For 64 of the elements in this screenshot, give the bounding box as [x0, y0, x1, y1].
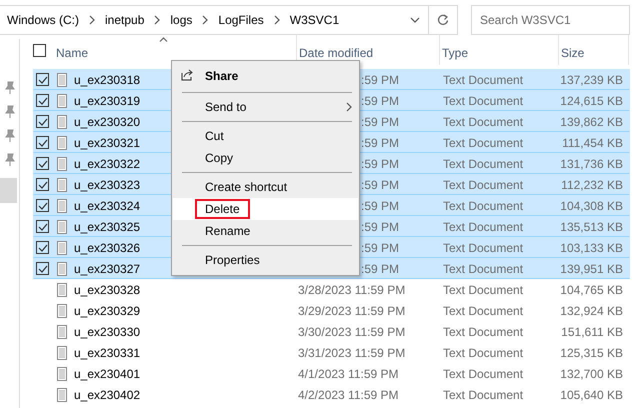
size-cell-text: 124,615 KB: [560, 94, 624, 108]
date-cell: 3/29/2023 11:59 PM: [298, 304, 406, 318]
file-name: u_ex230325: [74, 220, 140, 234]
file-name: u_ex230321: [74, 136, 140, 150]
date-cell: :59 PM: [361, 262, 400, 276]
type-cell: Text Document: [443, 240, 524, 254]
file-name: u_ex230326: [74, 240, 140, 254]
size-cell-text: 139,951 KB: [560, 262, 624, 276]
type-cell: Text Document: [443, 178, 524, 192]
type-cell: Text Document: [443, 282, 524, 296]
type-cell: Text Document: [443, 366, 524, 380]
date-cell: :59 PM: [361, 136, 400, 150]
date-cell: :59 PM: [361, 156, 400, 170]
size-cell-text: 135,513 KB: [560, 220, 624, 234]
file-name: u_ex230402: [74, 388, 140, 402]
type-cell: Text Document: [443, 388, 524, 402]
date-cell: 4/1/2023 11:59 PM: [298, 366, 399, 380]
type-cell: Text Document: [443, 346, 524, 360]
date-cell: 3/31/2023 11:59 PM: [298, 346, 406, 360]
file-name: u_ex230329: [74, 304, 140, 318]
size-cell-text: 151,611 KB: [561, 324, 624, 338]
file-name: u_ex230327: [74, 262, 140, 276]
size-cell-text: 104,765 KB: [560, 282, 624, 296]
date-cell: :59 PM: [361, 114, 400, 128]
type-cell: Text Document: [443, 304, 524, 318]
date-cell: :59 PM: [361, 178, 400, 192]
date-cell: :59 PM: [361, 240, 400, 254]
type-cell: Text Document: [443, 156, 524, 170]
file-name: u_ex230322: [74, 156, 140, 170]
size-cell-text: 112,232 KB: [561, 178, 624, 192]
size-cell-text: 111,454 KB: [562, 136, 624, 150]
type-cell: Text Document: [443, 114, 524, 128]
size-cell-text: 139,862 KB: [560, 114, 624, 128]
type-cell: Text Document: [443, 198, 524, 212]
file-name: u_ex230401: [74, 366, 140, 380]
file-name: u_ex230330: [74, 324, 140, 338]
type-cell: Text Document: [443, 220, 524, 234]
file-name: u_ex230331: [74, 346, 140, 360]
size-cell-text: 132,700 KB: [560, 366, 624, 380]
file-name: u_ex230324: [74, 198, 140, 212]
file-name: u_ex230318: [74, 72, 140, 86]
type-cell: Text Document: [443, 324, 524, 338]
file-name: u_ex230328: [74, 282, 140, 296]
type-cell: Text Document: [443, 262, 524, 276]
date-cell: :59 PM: [361, 220, 400, 234]
size-cell-text: 132,924 KB: [560, 304, 624, 318]
file-name: u_ex230319: [74, 94, 140, 108]
size-cell-text: 137,239 KB: [560, 72, 624, 86]
type-cell: Text Document: [443, 94, 524, 108]
date-cell: :59 PM: [361, 94, 400, 108]
type-cell: Text Document: [443, 136, 524, 150]
file-name: u_ex230320: [74, 114, 140, 128]
size-cell-text: 103,133 KB: [560, 240, 624, 254]
date-cell: 4/2/2023 11:59 PM: [298, 388, 399, 402]
type-cell: Text Document: [443, 72, 524, 86]
file-name: u_ex230323: [74, 178, 140, 192]
size-cell-text: 131,736 KB: [560, 156, 624, 170]
size-cell-text: 104,308 KB: [560, 198, 624, 212]
size-cell-text: 105,640 KB: [560, 388, 624, 402]
date-cell: :59 PM: [361, 72, 400, 86]
date-cell: 3/30/2023 11:59 PM: [298, 324, 406, 338]
date-cell: 3/28/2023 11:59 PM: [298, 282, 406, 296]
size-cell-text: 125,315 KB: [560, 346, 624, 360]
date-cell: :59 PM: [361, 198, 400, 212]
